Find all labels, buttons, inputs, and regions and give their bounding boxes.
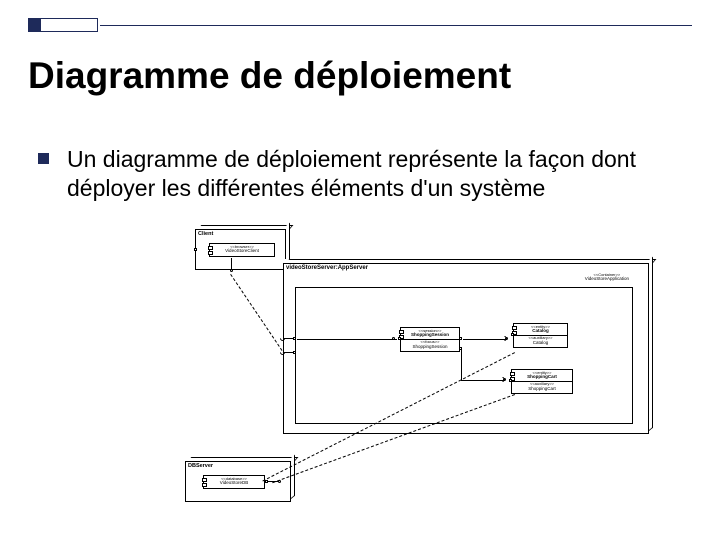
node-appserver-label: videoStoreServer:AppServer xyxy=(286,265,368,272)
node-appserver: videoStoreServer:AppServer <<Container>>… xyxy=(283,259,653,434)
catalog-name1: Catalog xyxy=(514,329,567,334)
conn-shopping-cart-v xyxy=(461,350,462,380)
header-accent xyxy=(28,18,98,32)
catalog-port-left xyxy=(511,333,514,336)
shopping-port-right xyxy=(459,337,462,340)
container-name: VideoStoreApplication xyxy=(585,277,629,282)
component-shopping-cart: <<entity>> ShoppingCart <<auxiliary>> Sh… xyxy=(511,369,573,394)
cart-name1: ShoppingCart xyxy=(512,375,572,380)
cart-port-left xyxy=(509,379,512,382)
bullet-text: Un diagramme de déploiement représente l… xyxy=(67,145,692,203)
appserver-port-2 xyxy=(293,351,296,354)
slide-title: Diagramme de déploiement xyxy=(28,55,511,97)
node-dbserver-label: DBServer xyxy=(188,463,213,469)
client-comp-name: VideoStoreClient xyxy=(210,249,274,254)
node-client: Client <<browser>> VideoStoreClient xyxy=(195,225,290,270)
shopping-name1: ShoppingSession xyxy=(401,333,459,338)
db-name: VideoStoreDB xyxy=(204,481,264,486)
shopping-name2: ShoppingSession xyxy=(401,345,459,350)
conn-port-shopping xyxy=(297,339,397,340)
component-db: <<database>> VideoStoreDB xyxy=(203,475,265,489)
component-shopping-session: <<session>> ShoppingSession <<focus>> Sh… xyxy=(400,327,460,352)
appserver-port-1 xyxy=(293,337,296,340)
component-client: <<browser>> VideoStoreClient xyxy=(209,243,275,257)
cart-name2: ShoppingCart xyxy=(512,387,572,392)
client-port xyxy=(194,248,197,251)
shopping-port-left xyxy=(398,337,401,340)
component-catalog: <<entity>> Catalog <<auxiliary>> Catalog xyxy=(513,323,568,348)
catalog-name2: Catalog xyxy=(514,341,567,346)
deployment-diagram: Client <<browser>> VideoStoreClient vide… xyxy=(185,225,665,525)
client-to-server-link xyxy=(230,274,285,355)
bullet-marker-icon xyxy=(38,153,49,164)
header-rule xyxy=(100,25,692,26)
conn-shopping-cart-h xyxy=(461,380,505,381)
container-outline xyxy=(295,287,633,424)
client-lollipop-ball xyxy=(230,269,233,272)
node-client-label: Client xyxy=(198,231,213,237)
shopping-left-lollipop xyxy=(392,337,395,340)
bullet-item: Un diagramme de déploiement représente l… xyxy=(38,145,692,203)
container-label: <<Container>> VideoStoreApplication xyxy=(585,273,629,282)
conn-shopping-catalog xyxy=(463,339,507,340)
